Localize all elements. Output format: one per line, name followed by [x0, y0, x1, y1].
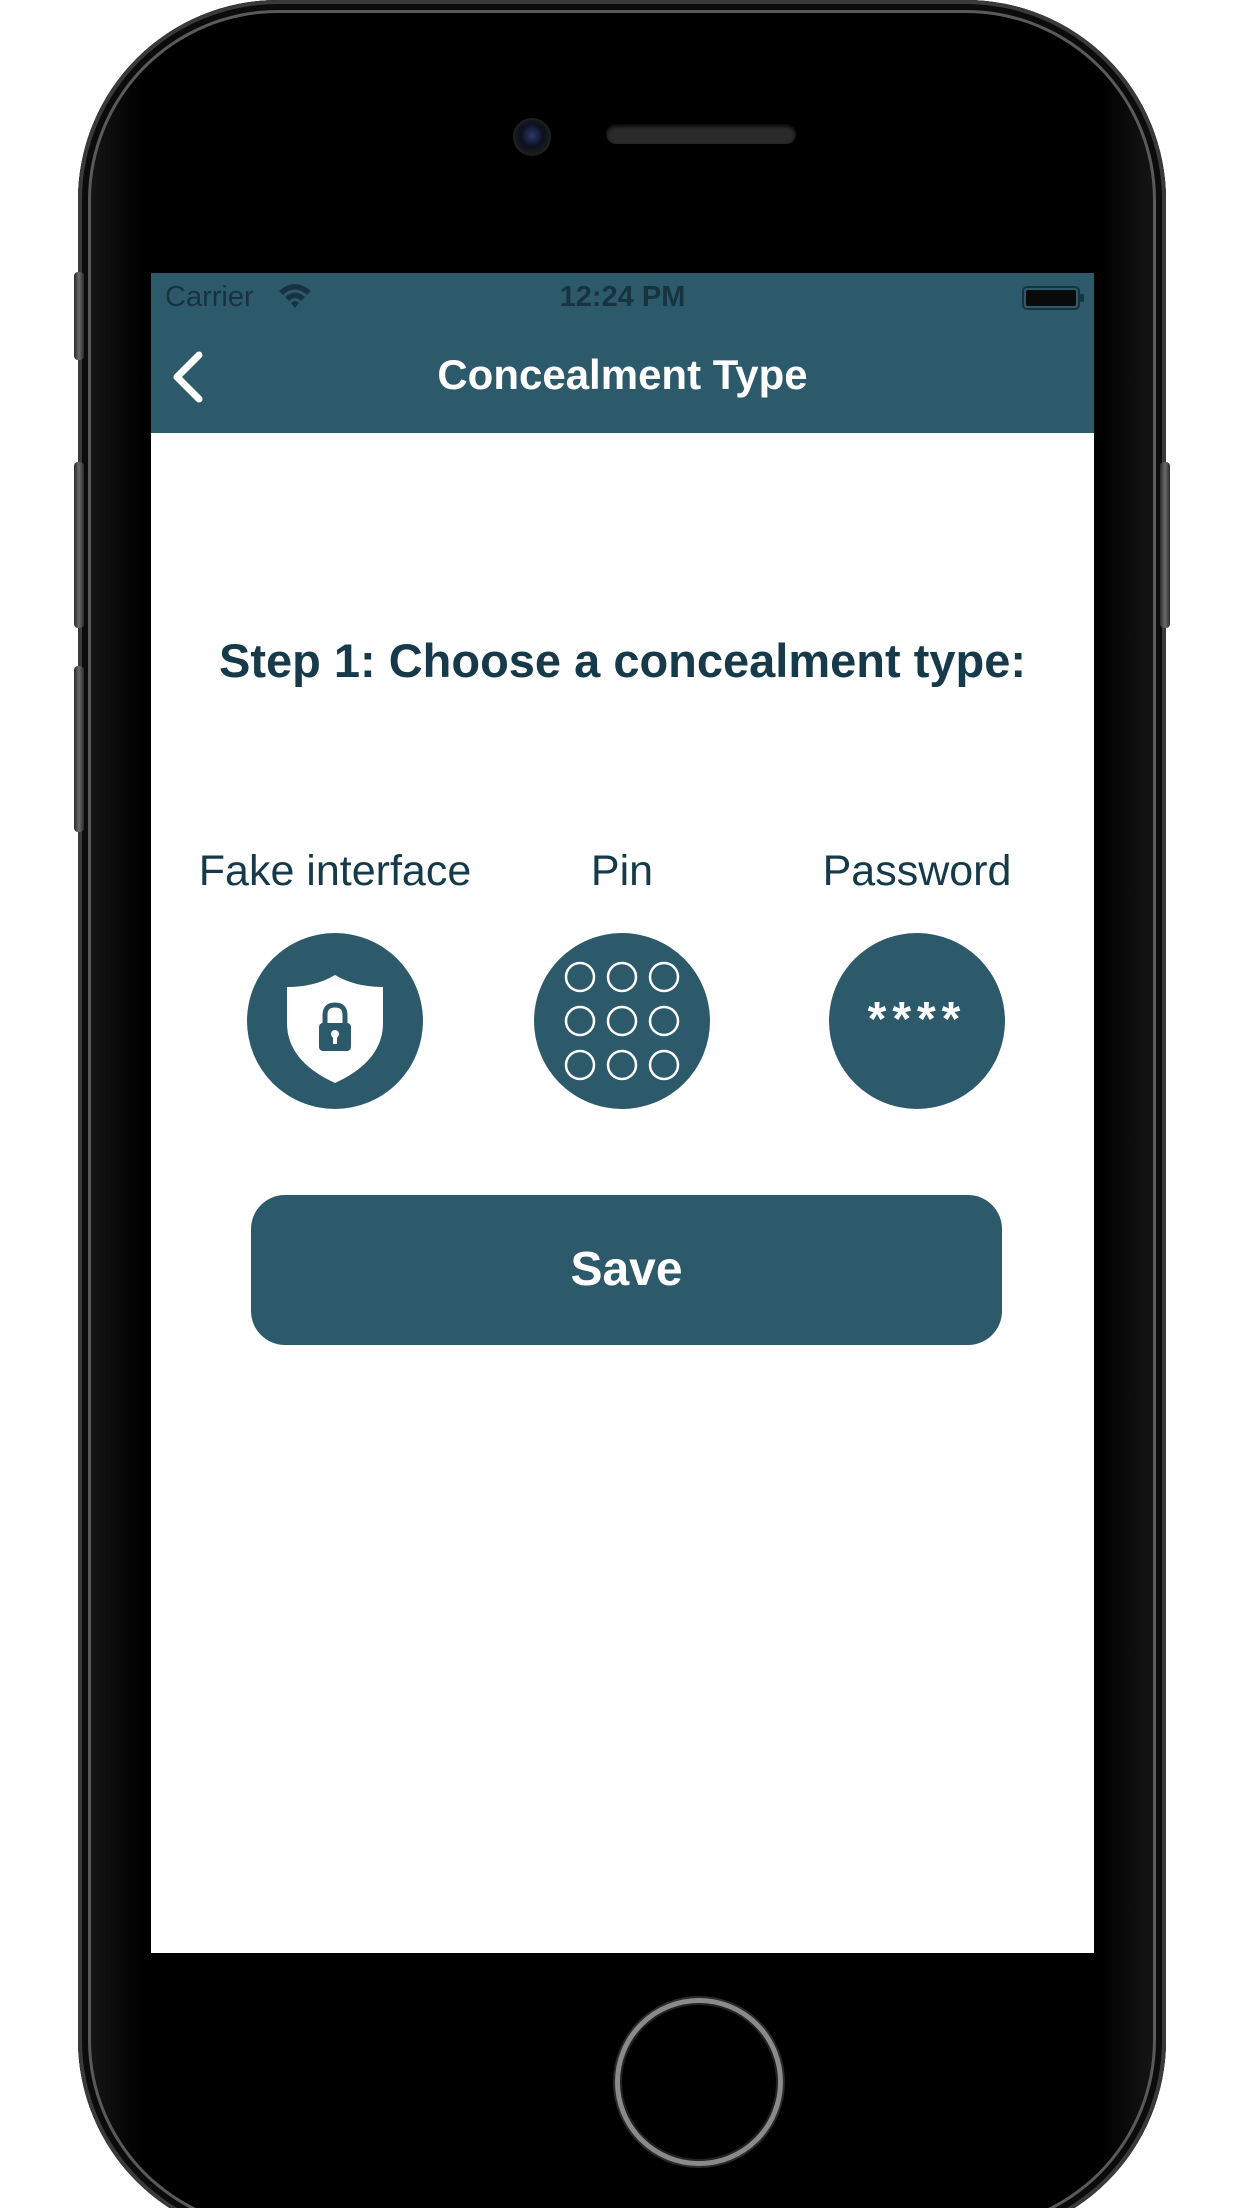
main-content: Step 1: Choose a concealment type: Fake … [151, 433, 1094, 1953]
page: Carrier 12:24 PM Concealment Type Step 1… [0, 0, 1242, 2208]
front-camera-icon [513, 118, 551, 156]
option-fake-interface[interactable]: Fake interface [185, 843, 485, 1109]
power-button [1160, 462, 1170, 628]
shield-lock-icon [287, 975, 383, 1083]
password-button[interactable]: **** [829, 933, 1005, 1109]
page-title: Concealment Type [437, 351, 808, 398]
pin-pad-icon [564, 961, 680, 1081]
option-label: Pin [590, 847, 654, 895]
option-password[interactable]: Password **** [767, 843, 1067, 1109]
clock-time: 12:24 PM [559, 281, 686, 313]
mute-switch [74, 272, 84, 360]
navigation-bar: Concealment Type [151, 321, 1094, 433]
status-bar: Carrier 12:24 PM [151, 273, 1094, 321]
option-label: Password [822, 847, 1012, 895]
password-asterisks-icon: **** [867, 993, 967, 1046]
step-heading: Step 1: Choose a concealment type: [218, 634, 1027, 687]
home-button[interactable] [615, 1998, 783, 2166]
volume-up-button [74, 462, 84, 628]
option-label: Fake interface [198, 847, 472, 895]
save-button[interactable]: Save [251, 1195, 1002, 1345]
pin-button[interactable] [534, 933, 710, 1109]
volume-down-button [74, 666, 84, 832]
app-screen: Carrier 12:24 PM Concealment Type Step 1… [151, 273, 1094, 1953]
option-pin[interactable]: Pin [472, 843, 772, 1109]
earpiece-speaker [606, 124, 796, 144]
battery-icon [1022, 286, 1084, 310]
fake-interface-button[interactable] [247, 933, 423, 1109]
